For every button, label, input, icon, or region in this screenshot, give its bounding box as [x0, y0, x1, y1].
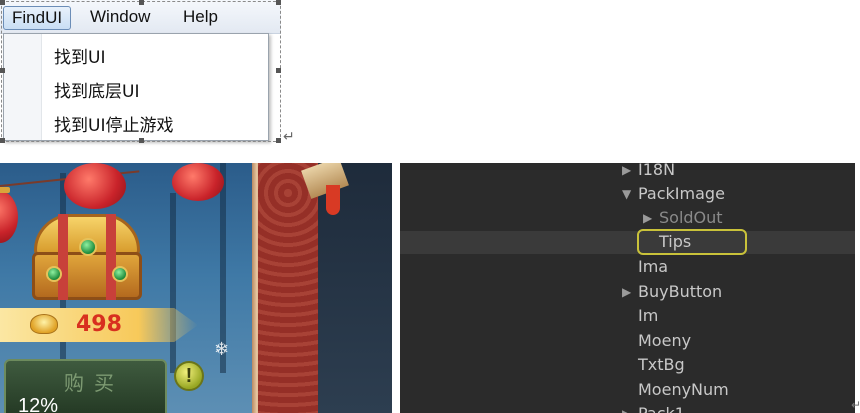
buy-button[interactable]: 购买 12% [4, 359, 167, 413]
lantern-cap [0, 187, 10, 193]
chest-band [106, 214, 116, 300]
price-value: 498 [76, 312, 122, 337]
paragraph-return-mark: ↵ [283, 128, 295, 144]
red-lantern [0, 191, 18, 243]
collapse-triangle-icon[interactable]: ▼ [622, 182, 631, 206]
hierarchy-row-label: PackImage [638, 184, 725, 203]
expand-triangle-icon[interactable]: ▶ [643, 206, 652, 230]
menu-window[interactable]: Window [82, 6, 158, 30]
hierarchy-row-ima[interactable]: Ima [638, 255, 668, 279]
menu-findui[interactable]: FindUI [3, 6, 72, 30]
treasure-chest [28, 208, 146, 303]
chest-gem [46, 266, 62, 282]
paragraph-return-mark: ↵ [851, 398, 860, 412]
resize-handle[interactable] [276, 138, 281, 143]
buy-button-label: 购买 [64, 371, 124, 395]
chest-gem [79, 238, 97, 256]
hierarchy-row-label: BuyButton [638, 282, 723, 301]
hierarchy-row-label: Im [638, 306, 659, 325]
hierarchy-row-label: Pack1 [638, 402, 685, 413]
hierarchy-row-moenynum[interactable]: MoenyNum [638, 378, 729, 402]
resize-handle[interactable] [276, 0, 281, 5]
menu-item-find-ui-stop-game[interactable]: 找到UI停止游戏 [54, 111, 173, 136]
expand-triangle-icon[interactable]: ▶ [622, 163, 631, 182]
hierarchy-row-label: SoldOut [659, 208, 723, 227]
resize-handle[interactable] [139, 0, 144, 5]
hierarchy-row-txtbg[interactable]: TxtBg [638, 353, 685, 377]
hierarchy-row-moeny[interactable]: Moeny [638, 329, 691, 353]
expand-triangle-icon[interactable]: ▶ [622, 280, 631, 304]
findui-dropdown: 找到UI 找到底层UI 找到UI停止游戏 [3, 33, 269, 141]
background-tree [170, 193, 176, 373]
red-lantern [64, 163, 126, 209]
menu-item-find-bottom-ui[interactable]: 找到底层UI [54, 77, 139, 102]
resize-handle[interactable] [0, 0, 5, 5]
menubar: FindUI Window Help [0, 0, 281, 34]
discount-percent: 12% [18, 395, 59, 413]
hierarchy-row-label: TxtBg [638, 355, 685, 374]
chest-gem [112, 266, 128, 282]
snowflake-icon: ❄ [214, 339, 230, 359]
resize-handle[interactable] [0, 138, 5, 143]
selected-row-highlight [400, 231, 855, 254]
chest-band [58, 214, 68, 300]
resize-handle[interactable] [139, 138, 144, 143]
red-lantern [172, 163, 224, 201]
resize-handle[interactable] [276, 68, 281, 73]
decorative-panel [258, 163, 318, 413]
menu-screenshot: FindUI Window Help 找到UI 找到底层UI 找到UI停止游戏 [0, 0, 283, 143]
hierarchy-row-label: Moeny [638, 331, 692, 350]
hierarchy-row-label: MoenyNum [638, 380, 729, 399]
tips-highlight-box [637, 229, 747, 255]
exclamation-icon[interactable]: ! [174, 361, 204, 391]
hierarchy-row-label: Ima [638, 257, 669, 276]
hierarchy-panel: ▶ I18N ▼ PackImage ▶ SoldOut Tips Ima ▶ … [400, 163, 855, 413]
hierarchy-row-label: I18N [638, 163, 676, 179]
menu-help[interactable]: Help [175, 6, 226, 30]
gold-ingot-icon [30, 314, 58, 334]
resize-handle[interactable] [0, 68, 5, 73]
red-tassel [326, 185, 340, 215]
game-screenshot: 498 ❄ 购买 12% ! [0, 163, 392, 413]
menu-item-find-ui[interactable]: 找到UI [54, 43, 105, 68]
dropdown-icon-column [4, 34, 42, 140]
expand-triangle-icon[interactable]: ▶ [622, 402, 631, 413]
hierarchy-row-im[interactable]: Im [638, 304, 658, 328]
